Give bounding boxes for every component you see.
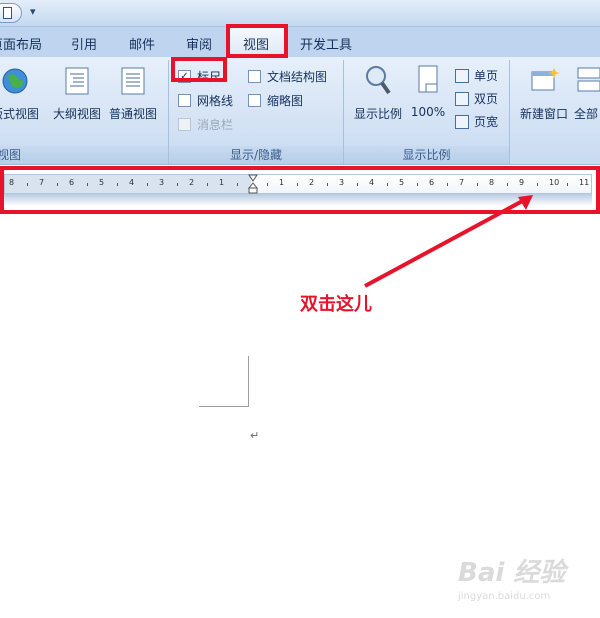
document-map-checkbox-label: 文档结构图 bbox=[267, 70, 328, 84]
new-window-icon bbox=[531, 68, 560, 91]
new-window-button[interactable]: 新建窗口 bbox=[516, 64, 572, 122]
one-page-label: 单页 bbox=[474, 69, 499, 83]
web-layout-view-label: 版式视图 bbox=[0, 107, 39, 121]
document-icon bbox=[3, 7, 12, 19]
annotation-label: 双击这儿 bbox=[300, 294, 372, 315]
gridlines-checkbox-box[interactable] bbox=[178, 94, 191, 107]
document-map-checkbox[interactable]: 文档结构图 bbox=[248, 68, 327, 85]
new-window-label: 新建窗口 bbox=[519, 107, 568, 121]
paragraph-mark[interactable]: ↵ bbox=[250, 429, 259, 442]
message-bar-checkbox-label: 消息栏 bbox=[197, 118, 234, 132]
gridlines-checkbox[interactable]: 网格线 bbox=[178, 92, 233, 109]
message-bar-checkbox-box bbox=[178, 118, 191, 131]
ribbon-tab-bar: 页面布局 引用 邮件 审阅 开发工具 bbox=[0, 27, 600, 57]
thumbnails-checkbox-label: 缩略图 bbox=[267, 94, 304, 108]
zoom-button[interactable]: 显示比例 bbox=[350, 64, 406, 122]
tab-review[interactable]: 审阅 bbox=[186, 34, 212, 53]
globe-icon bbox=[2, 68, 28, 94]
thumbnails-checkbox-box[interactable] bbox=[248, 94, 261, 107]
title-bar: ▾ bbox=[0, 0, 600, 27]
arrange-all-icon bbox=[577, 67, 600, 92]
office-button[interactable] bbox=[0, 3, 22, 23]
quick-access-dropdown-icon[interactable]: ▾ bbox=[30, 5, 36, 18]
page-width-label: 页宽 bbox=[474, 115, 499, 129]
highlight-view-tab bbox=[226, 24, 288, 58]
thumbnails-checkbox[interactable]: 缩略图 bbox=[248, 92, 303, 109]
two-pages-icon bbox=[455, 91, 469, 106]
watermark-url: jingyan.baidu.com bbox=[458, 591, 551, 602]
tab-page-layout[interactable]: 页面布局 bbox=[0, 34, 42, 53]
tab-mailings[interactable]: 邮件 bbox=[129, 34, 155, 53]
two-pages-button[interactable]: 双页 bbox=[455, 90, 498, 107]
group-label-views: 视图 bbox=[0, 146, 168, 164]
highlight-ruler bbox=[0, 166, 600, 214]
margin-corner-horizontal bbox=[199, 406, 249, 407]
two-pages-label: 双页 bbox=[474, 92, 499, 106]
tab-references[interactable]: 引用 bbox=[71, 34, 97, 53]
web-layout-view-button[interactable]: 版式视图 bbox=[0, 66, 45, 122]
tab-developer[interactable]: 开发工具 bbox=[300, 34, 352, 53]
zoom-100-label: 100% bbox=[410, 105, 446, 119]
message-bar-checkbox: 消息栏 bbox=[178, 116, 233, 133]
page-width-icon bbox=[455, 114, 469, 129]
one-page-button[interactable]: 单页 bbox=[455, 67, 498, 84]
baidu-watermark: Bai 经验 jingyan.baidu.com bbox=[458, 552, 568, 610]
zoom-100-button[interactable]: 100% bbox=[408, 64, 448, 119]
group-label-show-hide: 显示/隐藏 bbox=[169, 146, 343, 164]
draft-view-label: 普通视图 bbox=[108, 107, 157, 121]
group-label-zoom: 显示比例 bbox=[344, 146, 509, 164]
arrange-all-label: 全部 bbox=[574, 107, 599, 121]
group-document-views: 版式视图 大纲视图 普通视图 视图 bbox=[0, 60, 169, 164]
draft-icon bbox=[121, 67, 145, 95]
group-window: 新建窗口 全部 bbox=[510, 60, 600, 164]
margin-corner-vertical bbox=[248, 356, 249, 407]
magnifier-icon bbox=[366, 66, 391, 95]
zoom-label: 显示比例 bbox=[353, 107, 402, 121]
one-page-icon bbox=[455, 68, 469, 83]
outline-icon bbox=[65, 67, 89, 95]
arrange-all-button[interactable]: 全部 bbox=[574, 64, 600, 122]
draft-view-button[interactable]: 普通视图 bbox=[105, 66, 161, 122]
group-zoom: 显示比例 100% 单页 双页 页宽 显示比例 bbox=[344, 60, 510, 164]
ribbon: 版式视图 大纲视图 普通视图 视图 ✓ bbox=[0, 57, 600, 165]
page-100-icon bbox=[418, 65, 438, 93]
outline-view-label: 大纲视图 bbox=[52, 107, 101, 121]
document-map-checkbox-box[interactable] bbox=[248, 70, 261, 83]
page-width-button[interactable]: 页宽 bbox=[455, 113, 498, 130]
gridlines-checkbox-label: 网格线 bbox=[197, 94, 234, 108]
highlight-ruler-checkbox bbox=[171, 57, 227, 82]
watermark-logo: Bai 经验 bbox=[458, 558, 566, 588]
outline-view-button[interactable]: 大纲视图 bbox=[49, 66, 105, 122]
